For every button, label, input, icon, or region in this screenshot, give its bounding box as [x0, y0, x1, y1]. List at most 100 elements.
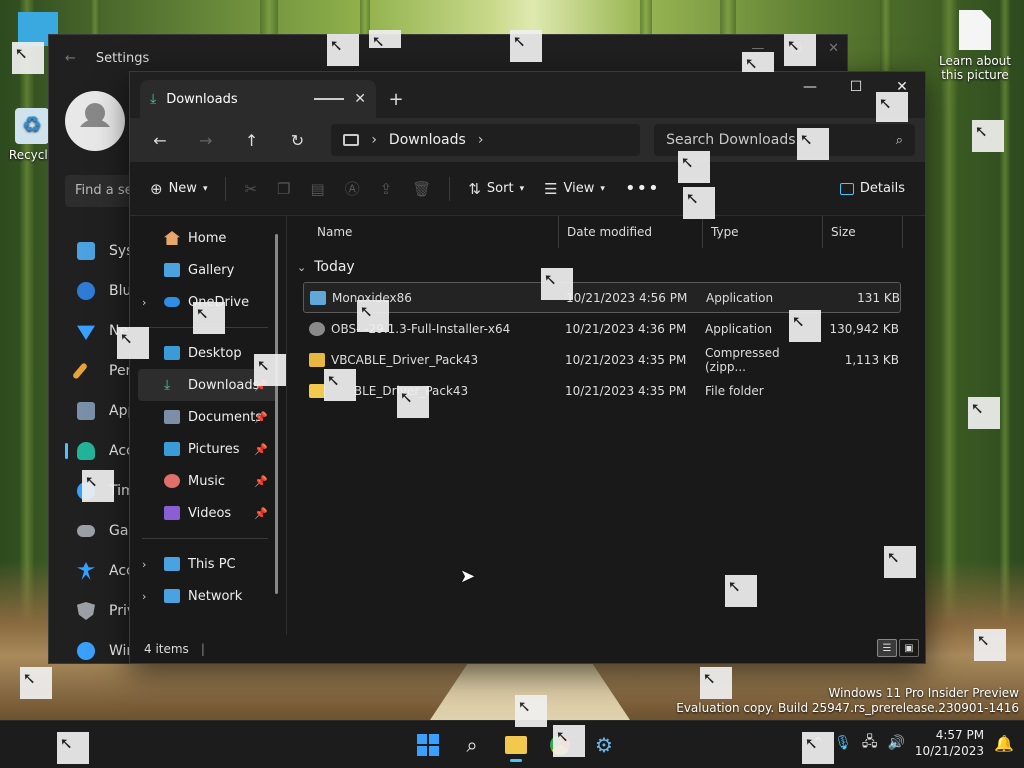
maximize-icon[interactable]: ☐ [833, 72, 879, 102]
column-header-size[interactable]: Size [823, 216, 903, 248]
trash-icon: 🗑 [412, 179, 432, 198]
paste-button[interactable]: ▤ [303, 172, 333, 206]
refresh-button[interactable]: ↻ [277, 124, 317, 156]
volume-icon[interactable]: 🔊 [887, 735, 904, 751]
sidebar-item-this-pc[interactable]: › This PC [130, 548, 286, 580]
start-button[interactable] [410, 727, 446, 763]
sort-button[interactable]: ⇅ Sort ▾ [460, 172, 532, 206]
shield-icon [77, 602, 95, 620]
gamepad-icon [77, 525, 95, 537]
delete-button[interactable]: 🗑 [404, 172, 439, 206]
up-button[interactable]: ↑ [232, 124, 272, 156]
chevron-right-icon[interactable]: › [478, 132, 484, 148]
item-count: 4 items [144, 642, 189, 656]
search-input[interactable] [666, 132, 877, 148]
forward-button[interactable]: → [186, 124, 226, 156]
minimize-icon[interactable]: — [787, 72, 833, 102]
table-row[interactable]: VBCABLE_Driver_Pack43 10/21/2023 4:35 PM… [303, 344, 901, 375]
mouse-cursor: ➤ [460, 566, 476, 587]
view-button[interactable]: ☰ View ▾ [536, 172, 613, 206]
pin-icon[interactable]: 📌 [254, 475, 268, 488]
sidebar-item-pictures[interactable]: Pictures 📌 [130, 433, 286, 465]
column-header-date[interactable]: Date modified [559, 216, 703, 248]
chevron-right-icon[interactable]: › [142, 296, 146, 309]
sidebar-item-videos[interactable]: Videos 📌 [130, 497, 286, 529]
more-options-button[interactable]: ••• [617, 172, 668, 206]
clock[interactable]: 4:57 PM 10/21/2023 [915, 727, 984, 759]
taskbar-settings[interactable]: ⚙ [586, 727, 622, 763]
settings-title: Settings [95, 50, 150, 66]
brush-icon [71, 362, 89, 380]
user-avatar[interactable] [65, 91, 125, 151]
cut-button[interactable]: ✂ [236, 172, 265, 206]
desktop-icon-learn-about-picture[interactable]: Learn about this picture [934, 10, 1016, 82]
sidebar-scrollbar[interactable] [275, 234, 278, 594]
pin-icon[interactable]: 📌 [254, 411, 268, 424]
file-icon [959, 10, 991, 50]
scissors-icon: ✂ [244, 179, 258, 198]
windows-logo-icon [417, 734, 439, 756]
group-header-today[interactable]: ⌄ Today [287, 252, 925, 282]
status-bar: 4 items | ☰ ▣ [130, 635, 925, 663]
rename-button[interactable]: Ⓐ [337, 172, 368, 206]
tab-downloads[interactable]: ⤓ Downloads ✕ [140, 80, 376, 118]
search-icon[interactable]: ⌕ [896, 133, 903, 148]
copy-button[interactable]: ❐ [269, 172, 298, 206]
tab-close-icon[interactable]: ✕ [354, 91, 366, 107]
network-icon[interactable]: 🖧 [862, 731, 878, 755]
chevron-down-icon[interactable]: ⌄ [297, 261, 306, 274]
share-button[interactable]: ⇪ [372, 172, 401, 206]
tiles-view-icon[interactable]: ▣ [899, 639, 919, 657]
chevron-down-icon: ▾ [202, 183, 208, 194]
column-header-name[interactable]: Name [287, 216, 559, 248]
back-button[interactable]: ← [140, 124, 180, 156]
chevron-right-icon[interactable]: › [142, 590, 146, 603]
pin-icon[interactable]: 📌 [254, 507, 268, 520]
address-segment-downloads[interactable]: Downloads [389, 132, 466, 148]
close-icon[interactable]: ✕ [828, 41, 839, 56]
sidebar-item-gallery[interactable]: Gallery [130, 254, 286, 286]
file-list: Name Date modified Type Size ⌄ Today Mono… [287, 216, 925, 635]
sidebar-item-home[interactable]: Home [130, 222, 286, 254]
computer-icon [164, 557, 180, 571]
new-button[interactable]: ⊕ New ▾ [142, 172, 215, 206]
plus-circle-icon: ⊕ [150, 179, 163, 198]
sort-icon: ⇅ [468, 179, 481, 198]
sidebar-item-music[interactable]: Music 📌 [130, 465, 286, 497]
details-pane-button[interactable]: Details [832, 172, 913, 206]
chevron-down-icon: ▾ [600, 183, 605, 194]
search-icon: ⌕ [466, 733, 478, 757]
chevron-down-icon: ▾ [519, 183, 525, 194]
taskbar-file-explorer[interactable] [498, 727, 534, 763]
gallery-icon [164, 263, 180, 277]
list-icon: ☰ [544, 179, 558, 198]
music-icon [164, 474, 180, 488]
address-path[interactable]: › Downloads › [331, 124, 641, 156]
back-arrow-icon[interactable]: ← [65, 51, 76, 66]
sidebar-item-documents[interactable]: Documents 📌 [130, 401, 286, 433]
chevron-right-icon[interactable]: › [371, 132, 377, 148]
chevron-right-icon[interactable]: › [142, 558, 146, 571]
pin-icon[interactable]: 📌 [254, 443, 268, 456]
new-tab-button[interactable]: + [376, 80, 416, 118]
network-icon [164, 589, 180, 603]
cloud-icon [164, 297, 180, 307]
notification-bell-icon[interactable]: 🔔 [994, 734, 1014, 753]
status-divider: | [200, 642, 205, 656]
search-button[interactable]: ⌕ [454, 727, 490, 763]
ellipsis-icon: ••• [624, 178, 660, 199]
explorer-body: Home Gallery ›OneDrive Desktop ⤓Download… [130, 216, 925, 635]
column-header-type[interactable]: Type [703, 216, 823, 248]
taskbar: ⌕ ⚙ ⌃ 🎙 🖧 🔊 4:57 PM 10/21/2023 🔔 [0, 720, 1024, 768]
table-row[interactable]: Monoxidex86 10/21/2023 4:56 PM Applicati… [303, 282, 901, 313]
details-view-icon[interactable]: ☰ [877, 639, 897, 657]
table-row[interactable]: BLE_Driver_Pack43 10/21/2023 4:35 PM Fil… [303, 375, 901, 406]
folder-icon [505, 736, 527, 754]
recycle-bin-icon: ♻ [15, 108, 49, 144]
microphone-icon[interactable]: 🎙 [834, 735, 852, 751]
bluetooth-icon [77, 282, 95, 300]
desktop-icon [164, 346, 180, 360]
watermark-line2: Evaluation copy. Build 25947.rs_prerelea… [676, 701, 1019, 715]
column-headers: Name Date modified Type Size [287, 216, 925, 248]
sidebar-item-network[interactable]: › Network [130, 580, 286, 612]
